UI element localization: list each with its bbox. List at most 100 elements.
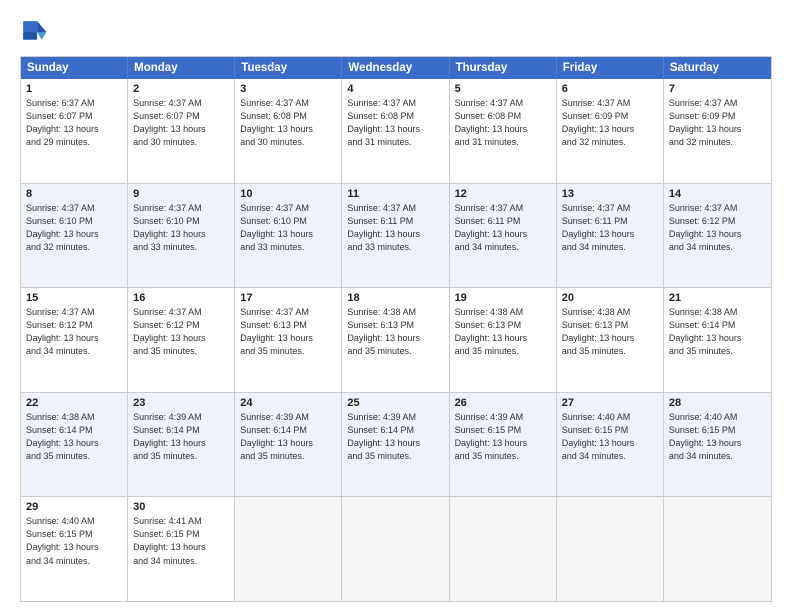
calendar-header: SundayMondayTuesdayWednesdayThursdayFrid… <box>21 57 771 79</box>
day-cell-9: 9 Sunrise: 4:37 AMSunset: 6:10 PMDaylight… <box>128 184 235 288</box>
day-info: Sunrise: 4:37 AMSunset: 6:10 PMDaylight:… <box>26 202 122 254</box>
day-info: Sunrise: 4:37 AMSunset: 6:08 PMDaylight:… <box>347 97 443 149</box>
day-info: Sunrise: 4:37 AMSunset: 6:13 PMDaylight:… <box>240 306 336 358</box>
day-number: 24 <box>240 397 336 409</box>
day-info: Sunrise: 4:39 AMSunset: 6:14 PMDaylight:… <box>240 411 336 463</box>
day-info: Sunrise: 4:37 AMSunset: 6:07 PMDaylight:… <box>133 97 229 149</box>
calendar-row-0: 1 Sunrise: 6:37 AMSunset: 6:07 PMDaylight… <box>21 79 771 183</box>
day-cell-16: 16Sunrise: 4:37 AMSunset: 6:12 PMDayligh… <box>128 288 235 392</box>
empty-cell <box>235 497 342 601</box>
day-number: 9 <box>133 188 229 200</box>
header-day-wednesday: Wednesday <box>342 57 449 79</box>
header <box>20 18 772 46</box>
day-cell-27: 27 Sunrise: 4:40 AMSunset: 6:15 PMDayligh… <box>557 393 664 497</box>
day-info: Sunrise: 4:37 AMSunset: 6:11 PMDaylight:… <box>562 202 658 254</box>
day-number: 26 <box>455 397 551 409</box>
day-info: Sunrise: 4:40 AMSunset: 6:15 PMDaylight:… <box>26 515 122 567</box>
day-cell-28: 28 Sunrise: 4:40 AMSunset: 6:15 PMDayligh… <box>664 393 771 497</box>
day-info: Sunrise: 4:37 AMSunset: 6:10 PMDaylight:… <box>240 202 336 254</box>
calendar-row-3: 22 Sunrise: 4:38 AMSunset: 6:14 PMDayligh… <box>21 392 771 497</box>
header-day-friday: Friday <box>557 57 664 79</box>
day-number: 27 <box>562 397 658 409</box>
day-cell-14: 14Sunrise: 4:37 AMSunset: 6:12 PMDayligh… <box>664 184 771 288</box>
day-info: Sunrise: 4:39 AMSunset: 6:15 PMDaylight:… <box>455 411 551 463</box>
day-info: Sunrise: 4:40 AMSunset: 6:15 PMDaylight:… <box>562 411 658 463</box>
day-cell-23: 23 Sunrise: 4:39 AMSunset: 6:14 PMDayligh… <box>128 393 235 497</box>
calendar-row-1: 8 Sunrise: 4:37 AMSunset: 6:10 PMDaylight… <box>21 183 771 288</box>
day-cell-29: 29 Sunrise: 4:40 AMSunset: 6:15 PMDayligh… <box>21 497 128 601</box>
day-cell-6: 6 Sunrise: 4:37 AMSunset: 6:09 PMDaylight… <box>557 79 664 183</box>
empty-cell <box>342 497 449 601</box>
day-cell-30: 30Sunrise: 4:41 AMSunset: 6:15 PMDayligh… <box>128 497 235 601</box>
page: SundayMondayTuesdayWednesdayThursdayFrid… <box>0 0 792 612</box>
day-cell-7: 7Sunrise: 4:37 AMSunset: 6:09 PMDaylight… <box>664 79 771 183</box>
day-number: 23 <box>133 397 229 409</box>
day-cell-22: 22 Sunrise: 4:38 AMSunset: 6:14 PMDayligh… <box>21 393 128 497</box>
day-number: 1 <box>26 83 122 95</box>
day-info: Sunrise: 4:37 AMSunset: 6:09 PMDaylight:… <box>562 97 658 149</box>
day-info: Sunrise: 4:39 AMSunset: 6:14 PMDaylight:… <box>347 411 443 463</box>
day-cell-17: 17 Sunrise: 4:37 AMSunset: 6:13 PMDayligh… <box>235 288 342 392</box>
day-cell-3: 3Sunrise: 4:37 AMSunset: 6:08 PMDaylight… <box>235 79 342 183</box>
day-info: Sunrise: 4:37 AMSunset: 6:09 PMDaylight:… <box>669 97 766 149</box>
logo <box>20 18 52 46</box>
day-number: 2 <box>133 83 229 95</box>
day-number: 18 <box>347 292 443 304</box>
day-number: 5 <box>455 83 551 95</box>
day-number: 11 <box>347 188 443 200</box>
empty-cell <box>664 497 771 601</box>
day-number: 15 <box>26 292 122 304</box>
day-cell-2: 2 Sunrise: 4:37 AMSunset: 6:07 PMDaylight… <box>128 79 235 183</box>
empty-cell <box>557 497 664 601</box>
day-number: 30 <box>133 501 229 513</box>
day-cell-25: 25 Sunrise: 4:39 AMSunset: 6:14 PMDayligh… <box>342 393 449 497</box>
day-info: Sunrise: 4:37 AMSunset: 6:12 PMDaylight:… <box>669 202 766 254</box>
day-number: 6 <box>562 83 658 95</box>
header-day-thursday: Thursday <box>450 57 557 79</box>
day-number: 28 <box>669 397 766 409</box>
day-info: Sunrise: 4:37 AMSunset: 6:10 PMDaylight:… <box>133 202 229 254</box>
day-cell-4: 4Sunrise: 4:37 AMSunset: 6:08 PMDaylight… <box>342 79 449 183</box>
day-cell-5: 5Sunrise: 4:37 AMSunset: 6:08 PMDaylight… <box>450 79 557 183</box>
day-number: 12 <box>455 188 551 200</box>
day-cell-21: 21 Sunrise: 4:38 AMSunset: 6:14 PMDayligh… <box>664 288 771 392</box>
day-cell-1: 1 Sunrise: 6:37 AMSunset: 6:07 PMDaylight… <box>21 79 128 183</box>
calendar-row-4: 29 Sunrise: 4:40 AMSunset: 6:15 PMDayligh… <box>21 496 771 601</box>
day-number: 8 <box>26 188 122 200</box>
calendar: SundayMondayTuesdayWednesdayThursdayFrid… <box>20 56 772 602</box>
day-info: Sunrise: 4:40 AMSunset: 6:15 PMDaylight:… <box>669 411 766 463</box>
day-info: Sunrise: 4:37 AMSunset: 6:11 PMDaylight:… <box>347 202 443 254</box>
day-number: 17 <box>240 292 336 304</box>
logo-icon <box>20 18 48 46</box>
header-day-sunday: Sunday <box>21 57 128 79</box>
day-cell-8: 8 Sunrise: 4:37 AMSunset: 6:10 PMDaylight… <box>21 184 128 288</box>
day-info: Sunrise: 4:38 AMSunset: 6:14 PMDaylight:… <box>26 411 122 463</box>
day-cell-18: 18Sunrise: 4:38 AMSunset: 6:13 PMDayligh… <box>342 288 449 392</box>
day-cell-12: 12 Sunrise: 4:37 AMSunset: 6:11 PMDayligh… <box>450 184 557 288</box>
day-number: 13 <box>562 188 658 200</box>
day-number: 22 <box>26 397 122 409</box>
day-cell-26: 26 Sunrise: 4:39 AMSunset: 6:15 PMDayligh… <box>450 393 557 497</box>
day-info: Sunrise: 6:37 AMSunset: 6:07 PMDaylight:… <box>26 97 122 149</box>
day-info: Sunrise: 4:37 AMSunset: 6:11 PMDaylight:… <box>455 202 551 254</box>
day-cell-13: 13 Sunrise: 4:37 AMSunset: 6:11 PMDayligh… <box>557 184 664 288</box>
day-cell-19: 19Sunrise: 4:38 AMSunset: 6:13 PMDayligh… <box>450 288 557 392</box>
header-day-saturday: Saturday <box>664 57 771 79</box>
day-info: Sunrise: 4:39 AMSunset: 6:14 PMDaylight:… <box>133 411 229 463</box>
day-cell-11: 11 Sunrise: 4:37 AMSunset: 6:11 PMDayligh… <box>342 184 449 288</box>
day-info: Sunrise: 4:38 AMSunset: 6:13 PMDaylight:… <box>455 306 551 358</box>
day-number: 21 <box>669 292 766 304</box>
calendar-row-2: 15Sunrise: 4:37 AMSunset: 6:12 PMDayligh… <box>21 287 771 392</box>
calendar-body: 1 Sunrise: 6:37 AMSunset: 6:07 PMDaylight… <box>21 79 771 601</box>
day-info: Sunrise: 4:37 AMSunset: 6:08 PMDaylight:… <box>240 97 336 149</box>
day-number: 25 <box>347 397 443 409</box>
day-number: 10 <box>240 188 336 200</box>
header-day-monday: Monday <box>128 57 235 79</box>
day-number: 29 <box>26 501 122 513</box>
day-cell-10: 10 Sunrise: 4:37 AMSunset: 6:10 PMDayligh… <box>235 184 342 288</box>
day-cell-15: 15Sunrise: 4:37 AMSunset: 6:12 PMDayligh… <box>21 288 128 392</box>
empty-cell <box>450 497 557 601</box>
day-info: Sunrise: 4:38 AMSunset: 6:14 PMDaylight:… <box>669 306 766 358</box>
day-number: 20 <box>562 292 658 304</box>
day-info: Sunrise: 4:38 AMSunset: 6:13 PMDaylight:… <box>562 306 658 358</box>
